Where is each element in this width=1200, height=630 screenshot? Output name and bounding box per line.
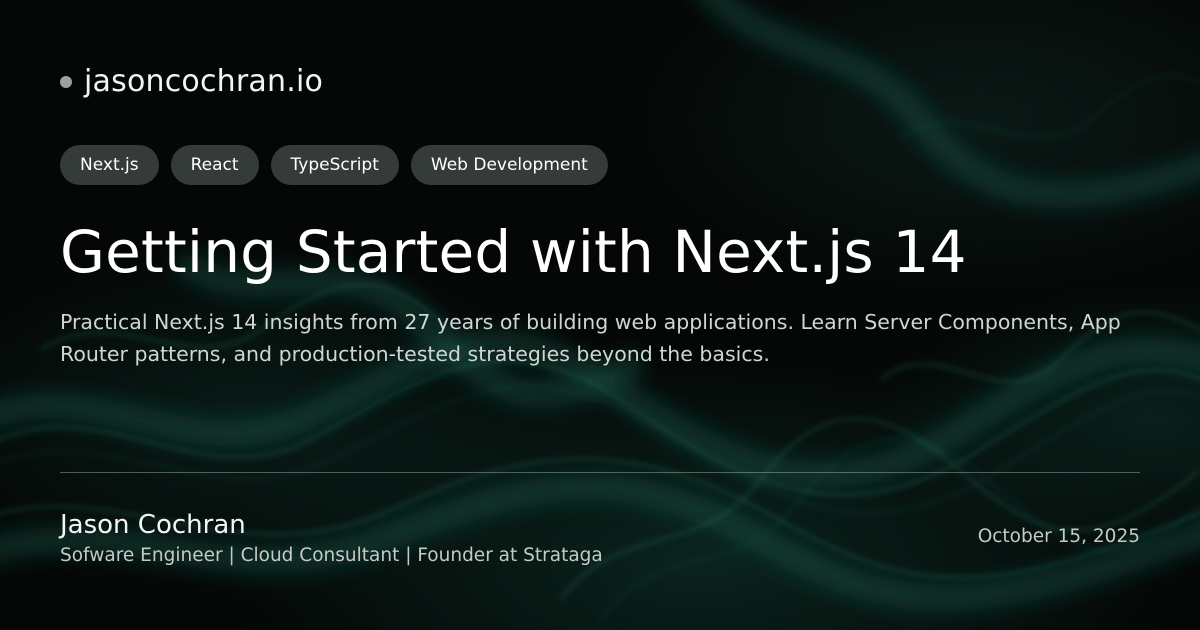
tag-web-development[interactable]: Web Development (410, 145, 608, 185)
divider (60, 472, 1140, 473)
article-description: Practical Next.js 14 insights from 27 ye… (60, 310, 1121, 366)
tag-nextjs[interactable]: Next.js (60, 145, 159, 185)
tag-list: Next.js React TypeScript Web Development (60, 145, 608, 185)
site-dot-icon (60, 75, 72, 88)
author-role: Sofware Engineer | Cloud Consultant | Fo… (60, 545, 603, 566)
site-header: jasoncochran.io (60, 64, 323, 99)
publish-date: October 15, 2025 (977, 526, 1140, 547)
og-card: jasoncochran.io Next.js React TypeScript… (0, 0, 1200, 630)
site-name[interactable]: jasoncochran.io (84, 64, 323, 99)
tag-react[interactable]: React (170, 145, 259, 185)
article-title: Getting Started with Next.js 14 (60, 218, 967, 286)
author-name: Jason Cochran (60, 510, 246, 540)
tag-typescript[interactable]: TypeScript (270, 145, 399, 185)
